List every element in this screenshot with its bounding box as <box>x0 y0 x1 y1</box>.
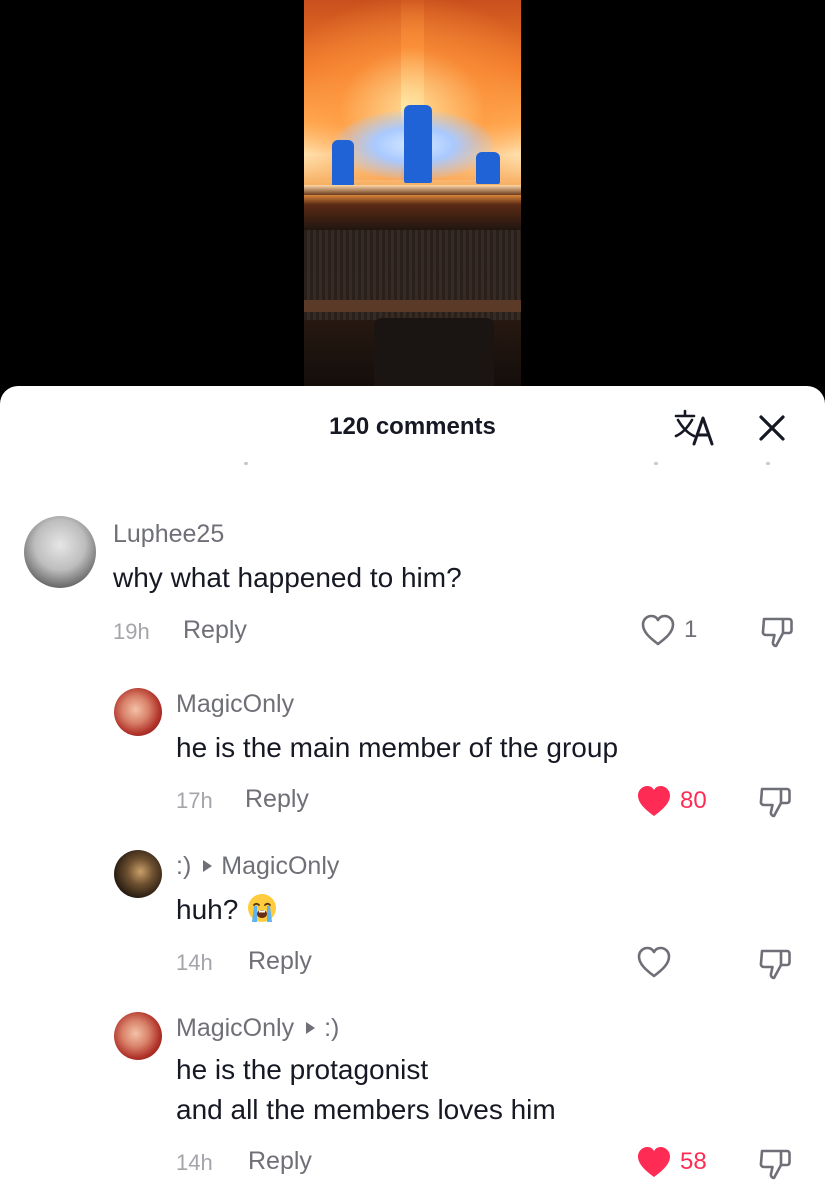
reply-author[interactable]: MagicOnly <box>176 1014 294 1042</box>
reply-text-line1: he is the protagonist <box>176 1054 429 1085</box>
stage-edge <box>304 185 521 195</box>
reply-target[interactable]: MagicOnly <box>221 852 339 880</box>
sheet-header: 120 comments <box>0 386 825 466</box>
reply-to-arrow-icon <box>306 1022 316 1035</box>
like-count: 58 <box>680 1148 707 1175</box>
reply-username[interactable]: :) MagicOnly <box>176 852 339 881</box>
like-button[interactable]: 80 <box>636 784 707 818</box>
reply-text-content: huh? <box>176 894 239 925</box>
video-player[interactable] <box>304 0 521 386</box>
avatar[interactable] <box>24 516 96 588</box>
reply-button[interactable]: Reply <box>183 616 247 645</box>
performer-left <box>332 140 354 186</box>
comment-text: why what happened to him? <box>113 562 462 593</box>
reply-to-arrow-icon <box>203 860 213 873</box>
reply-time: 14h <box>176 950 213 975</box>
like-button[interactable]: 1 <box>640 613 697 647</box>
like-count: 1 <box>684 616 698 643</box>
reply-author[interactable]: :) <box>176 852 191 880</box>
comments-screen: 120 comments Luphee25 why what happened … <box>0 0 825 1200</box>
heart-filled-icon <box>638 1147 670 1177</box>
dislike-icon[interactable] <box>757 1146 793 1182</box>
scroll-fade-dots <box>0 462 825 466</box>
reply-target[interactable]: :) <box>324 1014 339 1042</box>
reply-button[interactable]: Reply <box>245 785 309 814</box>
like-count: 80 <box>680 787 707 814</box>
avatar[interactable] <box>114 688 162 736</box>
heart-outline-icon <box>641 614 675 646</box>
reply-button[interactable]: Reply <box>248 947 312 976</box>
dislike-icon[interactable] <box>757 784 793 820</box>
reply-username[interactable]: MagicOnly <box>176 690 294 719</box>
reply-time: 17h <box>176 788 213 813</box>
dislike-icon[interactable] <box>759 614 795 650</box>
avatar[interactable] <box>114 850 162 898</box>
comment-time: 19h <box>113 619 150 644</box>
reply-text-line2: and all the members loves him <box>176 1094 556 1125</box>
performer-center <box>404 105 432 183</box>
loudly-crying-face-icon <box>248 894 277 922</box>
heart-outline-icon <box>637 946 671 978</box>
barrier-rail <box>304 300 521 312</box>
reply-text: he is the main member of the group <box>176 732 619 763</box>
phone-silhouette <box>374 318 494 386</box>
like-button[interactable] <box>636 945 680 979</box>
avatar[interactable] <box>114 1012 162 1060</box>
translate-icon[interactable] <box>672 408 716 448</box>
comments-sheet: 120 comments Luphee25 why what happened … <box>0 386 825 1200</box>
close-icon[interactable] <box>756 412 788 444</box>
performer-right <box>476 152 500 184</box>
heart-filled-icon <box>638 786 670 816</box>
reply-button[interactable]: Reply <box>248 1147 312 1176</box>
reply-time: 14h <box>176 1150 213 1175</box>
reply-text: huh? <box>176 890 278 930</box>
like-button[interactable]: 58 <box>636 1145 707 1179</box>
comment-username[interactable]: Luphee25 <box>113 520 224 549</box>
reply-username[interactable]: MagicOnly:) <box>176 1014 339 1043</box>
dislike-icon[interactable] <box>757 946 793 982</box>
